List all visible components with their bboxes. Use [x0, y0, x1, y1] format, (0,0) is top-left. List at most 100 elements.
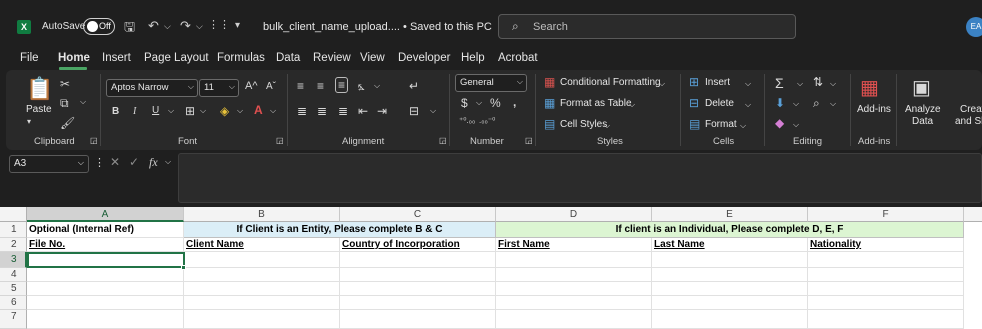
- chevron-down-icon[interactable]: ⌵: [659, 79, 665, 89]
- cell-f7[interactable]: [808, 310, 964, 329]
- number-format-combo[interactable]: General ⌵: [455, 74, 527, 92]
- cell-a6[interactable]: [27, 296, 184, 310]
- row-header-7[interactable]: 7: [0, 310, 27, 329]
- tab-formulas[interactable]: Formulas: [217, 52, 265, 64]
- row-header-6[interactable]: 6: [0, 296, 27, 310]
- column-header-d[interactable]: D: [496, 207, 652, 222]
- insert-button[interactable]: Insert: [705, 77, 730, 88]
- undo-icon[interactable]: ↶: [148, 18, 159, 34]
- insert-function-icon[interactable]: fx: [149, 155, 158, 170]
- underline-icon[interactable]: U: [152, 105, 159, 116]
- row-header-2[interactable]: 2: [0, 238, 27, 252]
- cut-icon[interactable]: ✂: [60, 77, 70, 91]
- borders-icon[interactable]: ⊞: [185, 104, 195, 118]
- decrease-indent-icon[interactable]: ⇤: [358, 104, 368, 118]
- cell-styles-button[interactable]: Cell Styles: [560, 119, 607, 130]
- add-ins-icon[interactable]: ▦: [860, 75, 879, 100]
- cell-d1-f1-merged[interactable]: If client is an Individual, Please compl…: [496, 222, 964, 238]
- cell-b5[interactable]: [184, 282, 340, 296]
- italic-icon[interactable]: I: [133, 106, 136, 117]
- tab-view[interactable]: View: [360, 52, 385, 64]
- analyze-data-icon[interactable]: ▣: [912, 75, 931, 100]
- row-header-3[interactable]: 3: [0, 252, 27, 268]
- borders-dropdown-icon[interactable]: ⌵: [200, 106, 206, 116]
- delete-button[interactable]: Delete: [705, 98, 734, 109]
- font-size-combo[interactable]: 11 ⌵: [199, 79, 239, 97]
- select-all-corner[interactable]: [0, 207, 27, 222]
- fill-handle[interactable]: [181, 265, 186, 270]
- increase-decimal-icon[interactable]: ⁺⁰.₀₀: [459, 116, 475, 125]
- decrease-decimal-icon[interactable]: .₀₀⁻⁰: [479, 116, 495, 125]
- clear-dropdown-icon[interactable]: ⌵: [793, 120, 799, 130]
- row-header-4[interactable]: 4: [0, 268, 27, 282]
- orientation-dropdown-icon[interactable]: ⌵: [374, 81, 380, 91]
- percent-icon[interactable]: %: [490, 96, 501, 110]
- tab-home[interactable]: Home: [58, 52, 90, 64]
- formula-input[interactable]: [178, 153, 982, 203]
- column-header-f[interactable]: F: [808, 207, 964, 222]
- cell-b7[interactable]: [184, 310, 340, 329]
- cell-c7[interactable]: [340, 310, 496, 329]
- sort-filter-icon[interactable]: ⇅: [813, 75, 823, 89]
- cell-f6[interactable]: [808, 296, 964, 310]
- autosum-icon[interactable]: Σ: [775, 75, 784, 91]
- redo-icon[interactable]: ↷: [180, 18, 191, 34]
- column-header-a[interactable]: A: [27, 207, 184, 222]
- decrease-font-icon[interactable]: Aˇ: [266, 81, 276, 92]
- cell-e6[interactable]: [652, 296, 808, 310]
- customize-qa-icon[interactable]: ▾: [235, 20, 240, 31]
- currency-icon[interactable]: $: [461, 96, 468, 110]
- cell-c2[interactable]: Country of Incorporation: [340, 238, 496, 252]
- align-left-icon[interactable]: ≣: [297, 104, 307, 118]
- format-painter-icon[interactable]: 🖌: [60, 116, 75, 130]
- bold-icon[interactable]: B: [112, 106, 119, 117]
- cell-d7[interactable]: [496, 310, 652, 329]
- tab-help[interactable]: Help: [461, 52, 485, 64]
- document-title[interactable]: bulk_client_name_upload.... • Saved to t…: [263, 21, 492, 33]
- tab-file[interactable]: File: [20, 52, 39, 64]
- cell-e3[interactable]: [652, 252, 808, 268]
- chevron-down-icon[interactable]: ⌵: [745, 100, 751, 110]
- cell-a1[interactable]: Optional (Internal Ref): [27, 222, 184, 238]
- cell-c4[interactable]: [340, 268, 496, 282]
- cell-b1-c1-merged[interactable]: If Client is an Entity, Please complete …: [184, 222, 496, 238]
- chevron-down-icon[interactable]: ⌵: [629, 100, 635, 110]
- cell-c3[interactable]: [340, 252, 496, 268]
- column-header-b[interactable]: B: [184, 207, 340, 222]
- cell-b4[interactable]: [184, 268, 340, 282]
- chevron-down-icon[interactable]: ⌵: [165, 157, 171, 167]
- fill-icon[interactable]: ⬇: [775, 96, 785, 110]
- cell-a5[interactable]: [27, 282, 184, 296]
- merge-dropdown-icon[interactable]: ⌵: [430, 106, 436, 116]
- analyze-data-line1[interactable]: Analyze: [905, 104, 941, 115]
- redo-dropdown-icon[interactable]: ⌵: [196, 21, 203, 32]
- alignment-launcher-icon[interactable]: ◲: [439, 136, 447, 145]
- copy-icon[interactable]: ⧉: [60, 96, 69, 111]
- clear-icon[interactable]: ◆: [775, 116, 784, 130]
- chevron-down-icon[interactable]: ⌵: [604, 121, 610, 131]
- cell-d4[interactable]: [496, 268, 652, 282]
- increase-font-icon[interactable]: A^: [245, 80, 258, 92]
- cell-b6[interactable]: [184, 296, 340, 310]
- tab-data[interactable]: Data: [276, 52, 300, 64]
- font-color-icon[interactable]: A: [254, 103, 263, 117]
- cell-c5[interactable]: [340, 282, 496, 296]
- cancel-icon[interactable]: ✕: [110, 155, 120, 169]
- align-center-icon[interactable]: ≣: [317, 104, 327, 118]
- row-header-1[interactable]: 1: [0, 222, 27, 238]
- sort-dropdown-icon[interactable]: ⌵: [830, 79, 836, 89]
- cell-c6[interactable]: [340, 296, 496, 310]
- cell-a2[interactable]: File No.: [27, 238, 184, 252]
- tab-acrobat[interactable]: Acrobat: [498, 52, 538, 64]
- format-button[interactable]: Format: [705, 119, 737, 130]
- merge-center-icon[interactable]: ⊟: [409, 104, 419, 118]
- font-launcher-icon[interactable]: ◲: [276, 136, 284, 145]
- find-select-icon[interactable]: ⌕: [813, 96, 820, 111]
- tab-insert[interactable]: Insert: [102, 52, 131, 64]
- number-launcher-icon[interactable]: ◲: [525, 136, 533, 145]
- paste-button[interactable]: Paste: [26, 104, 52, 115]
- cell-e5[interactable]: [652, 282, 808, 296]
- cell-d6[interactable]: [496, 296, 652, 310]
- align-top-icon[interactable]: ≡: [297, 79, 304, 93]
- cell-b3[interactable]: [184, 252, 340, 268]
